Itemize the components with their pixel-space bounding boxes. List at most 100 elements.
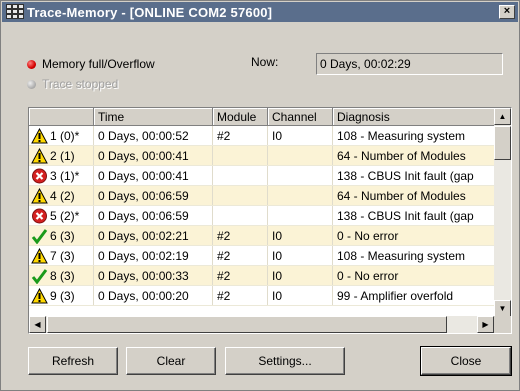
now-value-field: 0 Days, 00:02:29 [316, 53, 503, 75]
row-module: #2 [213, 246, 268, 265]
scroll-right-button[interactable]: ▶ [477, 316, 494, 333]
row-id: 2 (1) [50, 148, 75, 163]
horizontal-scrollbar[interactable]: ◀ ▶ [29, 316, 494, 333]
row-time: 0 Days, 00:06:59 [94, 206, 213, 225]
row-diagnosis: 138 - CBUS Init fault (gap [337, 169, 474, 183]
table-row[interactable]: 3 (1)* 0 Days, 00:00:41 138 - CBUS Init fa… [29, 166, 495, 186]
table-row[interactable]: 9 (3) 0 Days, 00:00:20 #2 I0 99 - Amplifier … [29, 286, 495, 306]
app-grid-icon [6, 4, 24, 20]
row-time: 0 Days, 00:02:21 [94, 226, 213, 245]
warning-icon [31, 287, 48, 304]
row-id-cell: 1 (0)* [29, 126, 94, 145]
row-module [213, 206, 268, 225]
row-id: 4 (2) [50, 188, 75, 203]
row-diagnosis: 138 - CBUS Init fault (gap [337, 209, 474, 223]
row-channel [268, 186, 333, 205]
list-rows: 1 (0)* 0 Days, 00:00:52 #2 I0 108 - Measurin… [29, 126, 495, 306]
row-channel: I0 [268, 286, 333, 305]
trace-list[interactable]: Time Module Channel Diagnosis 1 (0)* 0 Da… [28, 107, 512, 334]
row-time: 0 Days, 00:06:59 [94, 186, 213, 205]
row-id: 7 (3) [50, 248, 75, 263]
error-icon [31, 208, 48, 224]
row-module: #2 [213, 126, 268, 145]
refresh-button[interactable]: Refresh [28, 347, 118, 375]
row-channel: I0 [268, 226, 333, 245]
scroll-left-button[interactable]: ◀ [29, 316, 46, 333]
column-header-channel[interactable]: Channel [268, 108, 333, 126]
row-module [213, 186, 268, 205]
horizontal-scroll-thumb[interactable] [47, 316, 447, 333]
table-row[interactable]: 8 (3) 0 Days, 00:00:33 #2 I0 0 - No error [29, 266, 495, 286]
row-id: 3 (1)* [50, 168, 80, 183]
scrollbar-corner [494, 316, 511, 333]
warning-icon [31, 187, 48, 204]
check-icon [31, 228, 48, 244]
row-module: #2 [213, 286, 268, 305]
row-diagnosis: 0 - No error [337, 269, 399, 283]
row-channel [268, 146, 333, 165]
row-diagnosis: 108 - Measuring system [337, 129, 466, 143]
row-channel [268, 206, 333, 225]
table-row[interactable]: 1 (0)* 0 Days, 00:00:52 #2 I0 108 - Measurin… [29, 126, 495, 146]
warning-icon [31, 147, 48, 164]
row-time: 0 Days, 00:02:19 [94, 246, 213, 265]
row-diagnosis: 99 - Amplifier overfold [337, 289, 454, 303]
title-bar[interactable]: Trace-Memory - [ONLINE COM2 57600] × [2, 2, 518, 22]
vertical-scroll-thumb[interactable] [494, 126, 511, 160]
red-status-icon [27, 59, 36, 69]
row-id-cell: 4 (2) [29, 186, 94, 205]
row-time: 0 Days, 00:00:20 [94, 286, 213, 305]
row-module [213, 166, 268, 185]
row-channel: I0 [268, 266, 333, 285]
row-id: 6 (3) [50, 228, 75, 243]
clear-button[interactable]: Clear [126, 347, 216, 375]
scroll-up-button[interactable]: ▲ [494, 108, 511, 125]
error-icon [31, 168, 48, 184]
column-header-time[interactable]: Time [94, 108, 213, 126]
row-time: 0 Days, 00:00:41 [94, 166, 213, 185]
now-label: Now: [251, 55, 279, 69]
row-id: 5 (2)* [50, 208, 80, 223]
memory-full-indicator: Memory full/Overflow [27, 57, 155, 71]
close-button[interactable]: Close [420, 346, 512, 376]
row-module [213, 146, 268, 165]
row-id-cell: 2 (1) [29, 146, 94, 165]
check-icon [31, 268, 48, 284]
row-id: 1 (0)* [50, 128, 80, 143]
scroll-down-button[interactable]: ▼ [494, 300, 511, 317]
row-module: #2 [213, 226, 268, 245]
row-diagnosis: 64 - Number of Modules [337, 149, 466, 163]
column-header-diagnosis[interactable]: Diagnosis [333, 108, 495, 126]
column-header-module[interactable]: Module [213, 108, 268, 126]
table-row[interactable]: 2 (1) 0 Days, 00:00:41 64 - Number of Modu… [29, 146, 495, 166]
trace-stopped-indicator: Trace stopped [27, 77, 118, 91]
row-id-cell: 7 (3) [29, 246, 94, 265]
row-time: 0 Days, 00:00:41 [94, 146, 213, 165]
gray-status-icon [27, 79, 36, 89]
warning-icon [31, 127, 48, 144]
table-row[interactable]: 6 (3) 0 Days, 00:02:21 #2 I0 0 - No error [29, 226, 495, 246]
trace-stopped-label: Trace stopped [42, 77, 119, 91]
table-row[interactable]: 5 (2)* 0 Days, 00:06:59 138 - CBUS Init fa… [29, 206, 495, 226]
row-id: 9 (3) [50, 288, 75, 303]
column-header-id[interactable] [29, 108, 94, 126]
memory-full-label: Memory full/Overflow [42, 57, 155, 71]
row-module: #2 [213, 266, 268, 285]
row-id-cell: 6 (3) [29, 226, 94, 245]
table-row[interactable]: 7 (3) 0 Days, 00:02:19 #2 I0 108 - Measuring… [29, 246, 495, 266]
window-close-button[interactable]: × [499, 5, 515, 19]
table-row[interactable]: 4 (2) 0 Days, 00:06:59 64 - Number of Modu… [29, 186, 495, 206]
row-time: 0 Days, 00:00:52 [94, 126, 213, 145]
row-diagnosis: 64 - Number of Modules [337, 189, 466, 203]
vertical-scrollbar[interactable]: ▲ ▼ [494, 108, 511, 317]
settings-button[interactable]: Settings... [225, 347, 345, 375]
row-id: 8 (3) [50, 268, 75, 283]
warning-icon [31, 247, 48, 264]
window-title: Trace-Memory - [ONLINE COM2 57600] [27, 4, 273, 20]
row-channel: I0 [268, 126, 333, 145]
list-header: Time Module Channel Diagnosis [29, 108, 495, 126]
row-id-cell: 3 (1)* [29, 166, 94, 185]
row-id-cell: 9 (3) [29, 286, 94, 305]
row-id-cell: 5 (2)* [29, 206, 94, 225]
row-channel [268, 166, 333, 185]
